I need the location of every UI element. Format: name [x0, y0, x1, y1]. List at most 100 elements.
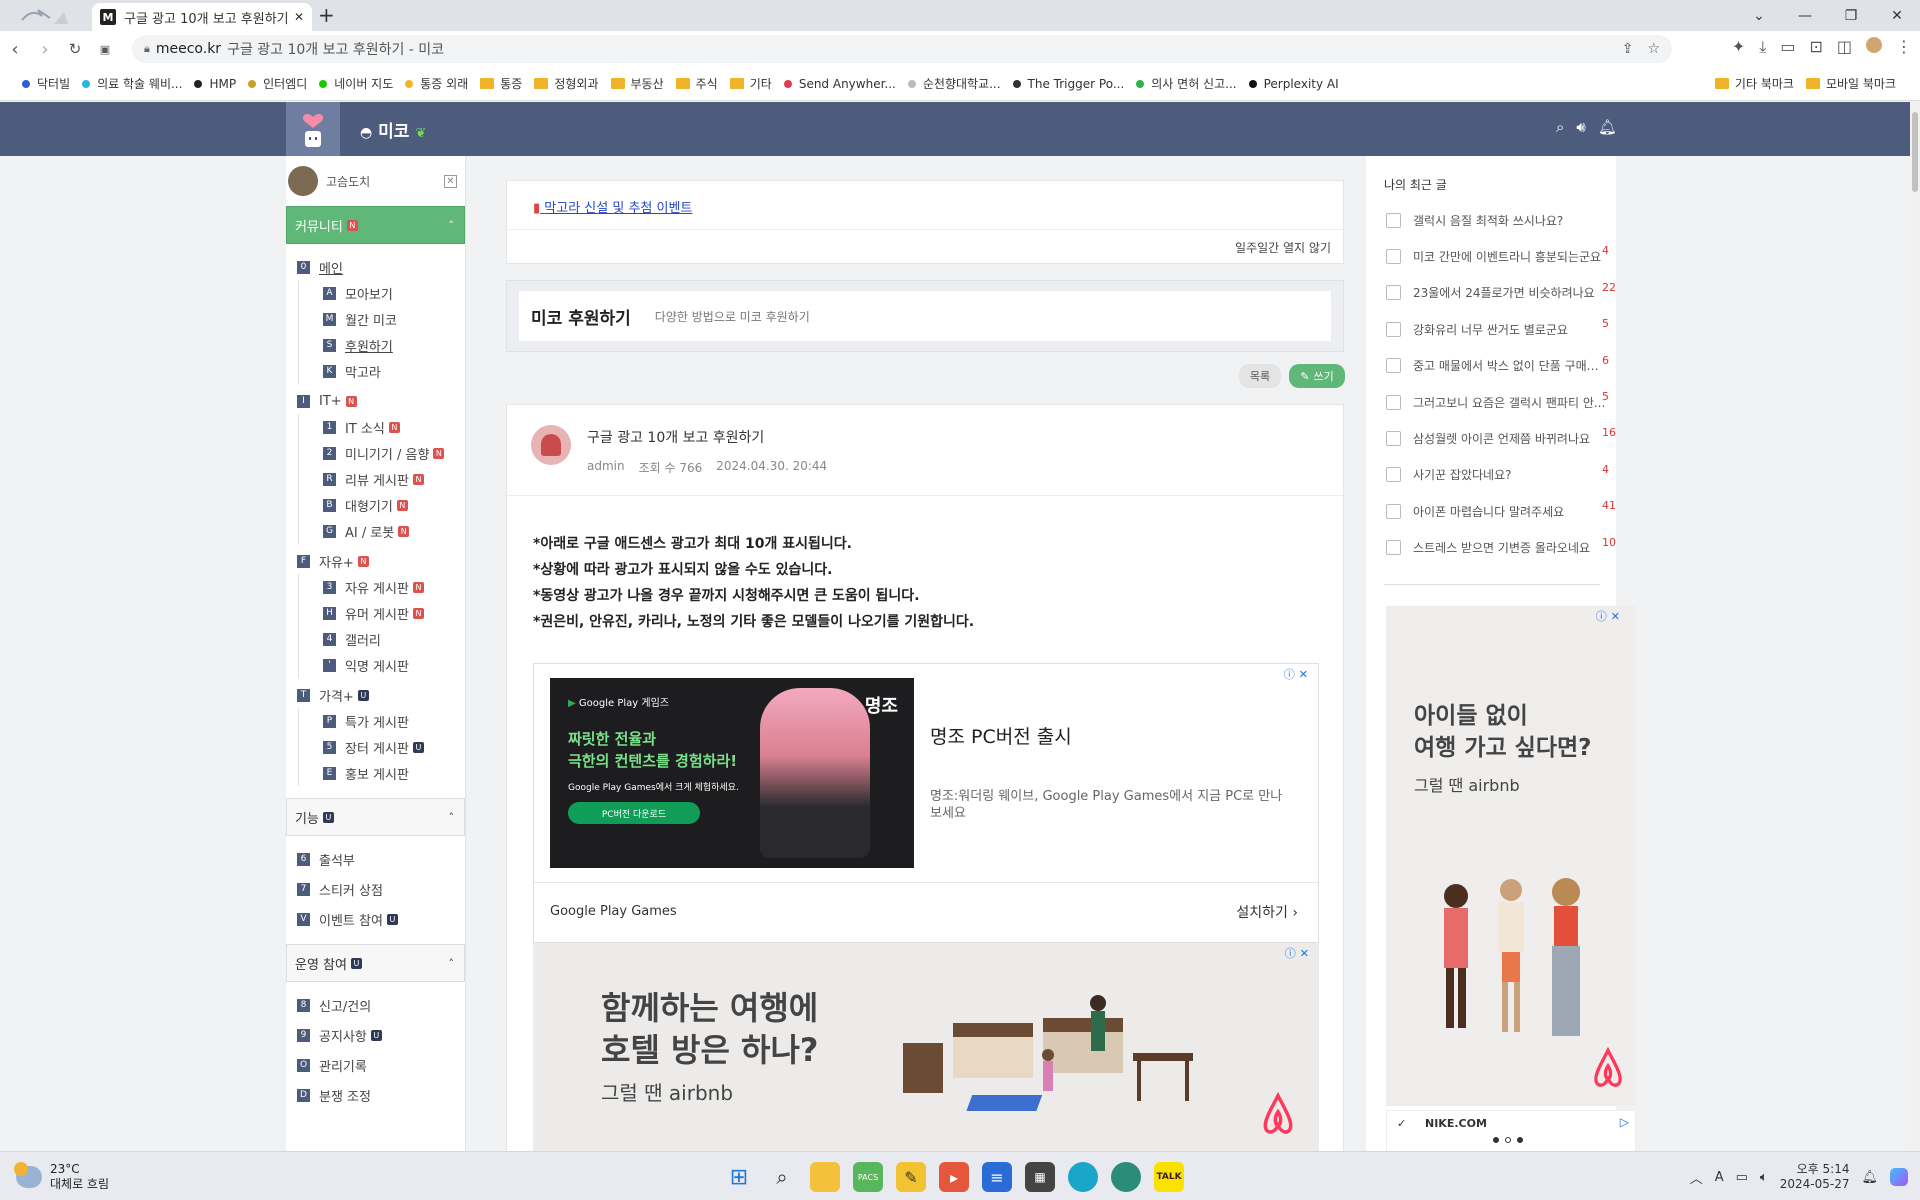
close-window-button[interactable]: ✕	[1874, 0, 1920, 31]
recent-post-item[interactable]: 아이폰 마렵습니다 말려주세요 41	[1386, 499, 1616, 521]
recent-post-item[interactable]: 강화유리 너무 싼거도 별로군요 5	[1386, 317, 1609, 339]
post-title[interactable]: 구글 광고 10개 보고 후원하기	[587, 427, 764, 447]
bookmark-item[interactable]: 통증 외래	[405, 75, 468, 92]
bookmark-item[interactable]: 의료 학술 웨비...	[82, 75, 182, 92]
tab-search-icon[interactable]: ⌄	[1736, 0, 1782, 31]
carousel-dot[interactable]	[1505, 1137, 1511, 1143]
ad-choices-icon[interactable]: ⓘ✕	[1596, 608, 1624, 624]
cast-icon[interactable]: ▭	[1780, 37, 1795, 57]
ad-airbnb-hotel[interactable]: ⓘ✕ 함께하는 여행에 호텔 방은 하나? 그럴 땐 airbnb	[533, 943, 1319, 1153]
back-button[interactable]: ‹	[0, 39, 30, 60]
close-tab-icon[interactable]: ✕	[294, 10, 304, 24]
extensions-icon[interactable]: ✦	[1732, 37, 1745, 57]
sidebar-item[interactable]: 8 신고/건의	[286, 992, 465, 1018]
page-info-icon[interactable]: ▣	[90, 43, 120, 56]
address-bar[interactable]: 🔒︎ meeco.kr 구글 광고 10개 보고 후원하기 - 미코 ⇪ ☆	[132, 35, 1672, 63]
bookmark-item[interactable]: 인터엠디	[248, 75, 307, 92]
calculator-icon[interactable]: ▦	[1025, 1162, 1055, 1192]
sidebar-item[interactable]: 9 공지사항 U	[286, 1022, 465, 1048]
new-tab-button[interactable]: +	[318, 5, 335, 25]
download-icon[interactable]: ⤓	[1759, 37, 1766, 57]
bookmark-item[interactable]: The Trigger Po...	[1012, 77, 1124, 91]
ad-title[interactable]: 명조 PC버전 출시	[930, 722, 1072, 749]
sidebar-item[interactable]: 6 출석부	[286, 846, 465, 872]
site-logo[interactable]	[286, 102, 340, 156]
forward-button[interactable]: ›	[30, 39, 60, 60]
sidebar-item[interactable]: 3 자유 게시판 N	[298, 574, 465, 600]
recent-post-checkbox[interactable]	[1386, 248, 1401, 264]
ad-footer-nike[interactable]: ✓ NIKE.COM ▷	[1386, 1110, 1636, 1152]
recent-post-checkbox[interactable]	[1386, 212, 1401, 228]
menu-icon[interactable]: ⋮	[1896, 37, 1912, 57]
sidebar-item[interactable]: 0 메인	[286, 254, 465, 280]
sidebar-item[interactable]: B 대형기기 N	[298, 492, 465, 518]
bookmark-item[interactable]: 네이버 지도	[319, 75, 393, 92]
file-explorer-icon[interactable]	[810, 1162, 840, 1192]
ime-icon[interactable]: A	[1715, 1170, 1724, 1185]
ad-arrow-icon[interactable]: ▷	[1620, 1115, 1629, 1129]
recent-post-item[interactable]: 23울에서 24플로가면 비슷하려나요 22	[1386, 281, 1616, 303]
ad-google-play[interactable]: ⓘ✕ ▶ Google Play 게임즈 짜릿한 전율과 극한의 컨텐츠를 경험…	[533, 663, 1319, 943]
search-icon[interactable]: ⌕	[1556, 118, 1564, 136]
recent-post-item[interactable]: 스트레스 받으면 기변증 올라오네요 10	[1386, 536, 1616, 558]
sidebar-item[interactable]: O 관리기록	[286, 1052, 465, 1078]
ad-choices-icon[interactable]: ⓘ✕	[1285, 945, 1313, 961]
reload-icon[interactable]: ↻	[60, 40, 90, 58]
recent-post-item[interactable]: 미코 간만에 이벤트라니 흥분되는군요 4	[1386, 244, 1609, 266]
recent-post-checkbox[interactable]	[1386, 358, 1401, 374]
sidebar-item[interactable]: 5 장터 게시판 U	[298, 734, 465, 760]
post-author[interactable]: admin	[587, 459, 625, 476]
sidebar-item[interactable]: 4 갤러리	[298, 626, 465, 652]
sidebar-item[interactable]: P 특가 게시판	[298, 708, 465, 734]
bell-icon[interactable]: 🔔︎	[1598, 118, 1617, 136]
user-avatar[interactable]	[288, 166, 318, 196]
bookmark-item[interactable]: 정형외과	[534, 75, 599, 92]
sidebar-section-header[interactable]: 커뮤니티 N ˄	[286, 206, 465, 244]
sidebar-item[interactable]: V 이벤트 참여 U	[286, 906, 465, 932]
tray-chevron-icon[interactable]: ︿	[1690, 1168, 1703, 1187]
bookmark-item[interactable]: Send Anywher...	[783, 77, 896, 91]
sidebar-item[interactable]: G AI / 로봇 N	[298, 518, 465, 544]
notification-bell-icon[interactable]: 🔔︎	[1861, 1170, 1878, 1185]
bookmark-item[interactable]: 순천향대학교...	[907, 75, 1001, 92]
recent-post-item[interactable]: 그러고보니 요즘은 갤럭시 팬파티 안... 5	[1386, 390, 1609, 412]
profile-avatar[interactable]	[1866, 37, 1882, 53]
bookmark-folder-mobile[interactable]: 모바일 북마크	[1805, 75, 1896, 92]
recent-post-checkbox[interactable]	[1386, 467, 1401, 483]
sidebar-item[interactable]: M 월간 미코	[298, 306, 465, 332]
ad-advertiser[interactable]: Google Play Games	[550, 904, 677, 919]
side-panel-icon[interactable]: ◫	[1837, 37, 1852, 57]
bookmark-item[interactable]: 기타	[729, 75, 772, 92]
sidebar-item[interactable]: K 막고라	[298, 358, 465, 384]
minimize-button[interactable]: —	[1782, 0, 1828, 31]
restore-button[interactable]: ❐	[1828, 0, 1874, 31]
sidebar-item[interactable]: 7 스티커 상점	[286, 876, 465, 902]
write-button[interactable]: ✎ 쓰기	[1289, 364, 1345, 388]
chevron-up-icon[interactable]: ˄	[449, 811, 455, 824]
chrome-app-icon[interactable]	[1111, 1162, 1141, 1192]
carousel-dot[interactable]	[1493, 1137, 1499, 1143]
ad-image-cta[interactable]: PC버전 다운로드	[568, 802, 700, 824]
weather-widget[interactable]: 23°C 대체로 흐림	[14, 1162, 109, 1192]
screenshot-icon[interactable]: ⊡	[1809, 37, 1822, 57]
bookmark-item[interactable]: 의사 면허 신고...	[1136, 75, 1237, 92]
windows-start-icon[interactable]: ⊞	[724, 1162, 754, 1192]
sidebar-item[interactable]: R 리뷰 게시판 N	[298, 466, 465, 492]
recent-post-item[interactable]: 사기꾼 잡았다네요? 4	[1386, 463, 1609, 485]
notice-link[interactable]: ▮ 막고라 신설 및 추첨 이벤트	[533, 197, 692, 216]
edge-browser-icon[interactable]	[1068, 1162, 1098, 1192]
sidebar-section-header[interactable]: 기능 U ˄	[286, 798, 465, 836]
active-tab[interactable]: M 구글 광고 10개 보고 후원하기 - 미코 ✕	[92, 3, 312, 31]
bookmark-item[interactable]: Perplexity AI	[1248, 77, 1339, 91]
recent-post-checkbox[interactable]	[1386, 503, 1401, 519]
copilot-icon[interactable]	[1890, 1168, 1908, 1186]
sidebar-item[interactable]: E 홍보 게시판	[298, 760, 465, 786]
sidebar-item[interactable]: D 분쟁 조정	[286, 1082, 465, 1108]
hide-for-week-button[interactable]: 일주일간 열지 않기	[1235, 239, 1331, 256]
smart-pacs-icon[interactable]: PACS	[853, 1162, 883, 1192]
bookmark-item[interactable]: 주식	[675, 75, 718, 92]
list-button[interactable]: 목록	[1239, 364, 1281, 388]
recent-post-checkbox[interactable]	[1386, 285, 1401, 301]
sidebar-item[interactable]: H 유머 게시판 N	[298, 600, 465, 626]
recent-post-checkbox[interactable]	[1386, 430, 1401, 446]
